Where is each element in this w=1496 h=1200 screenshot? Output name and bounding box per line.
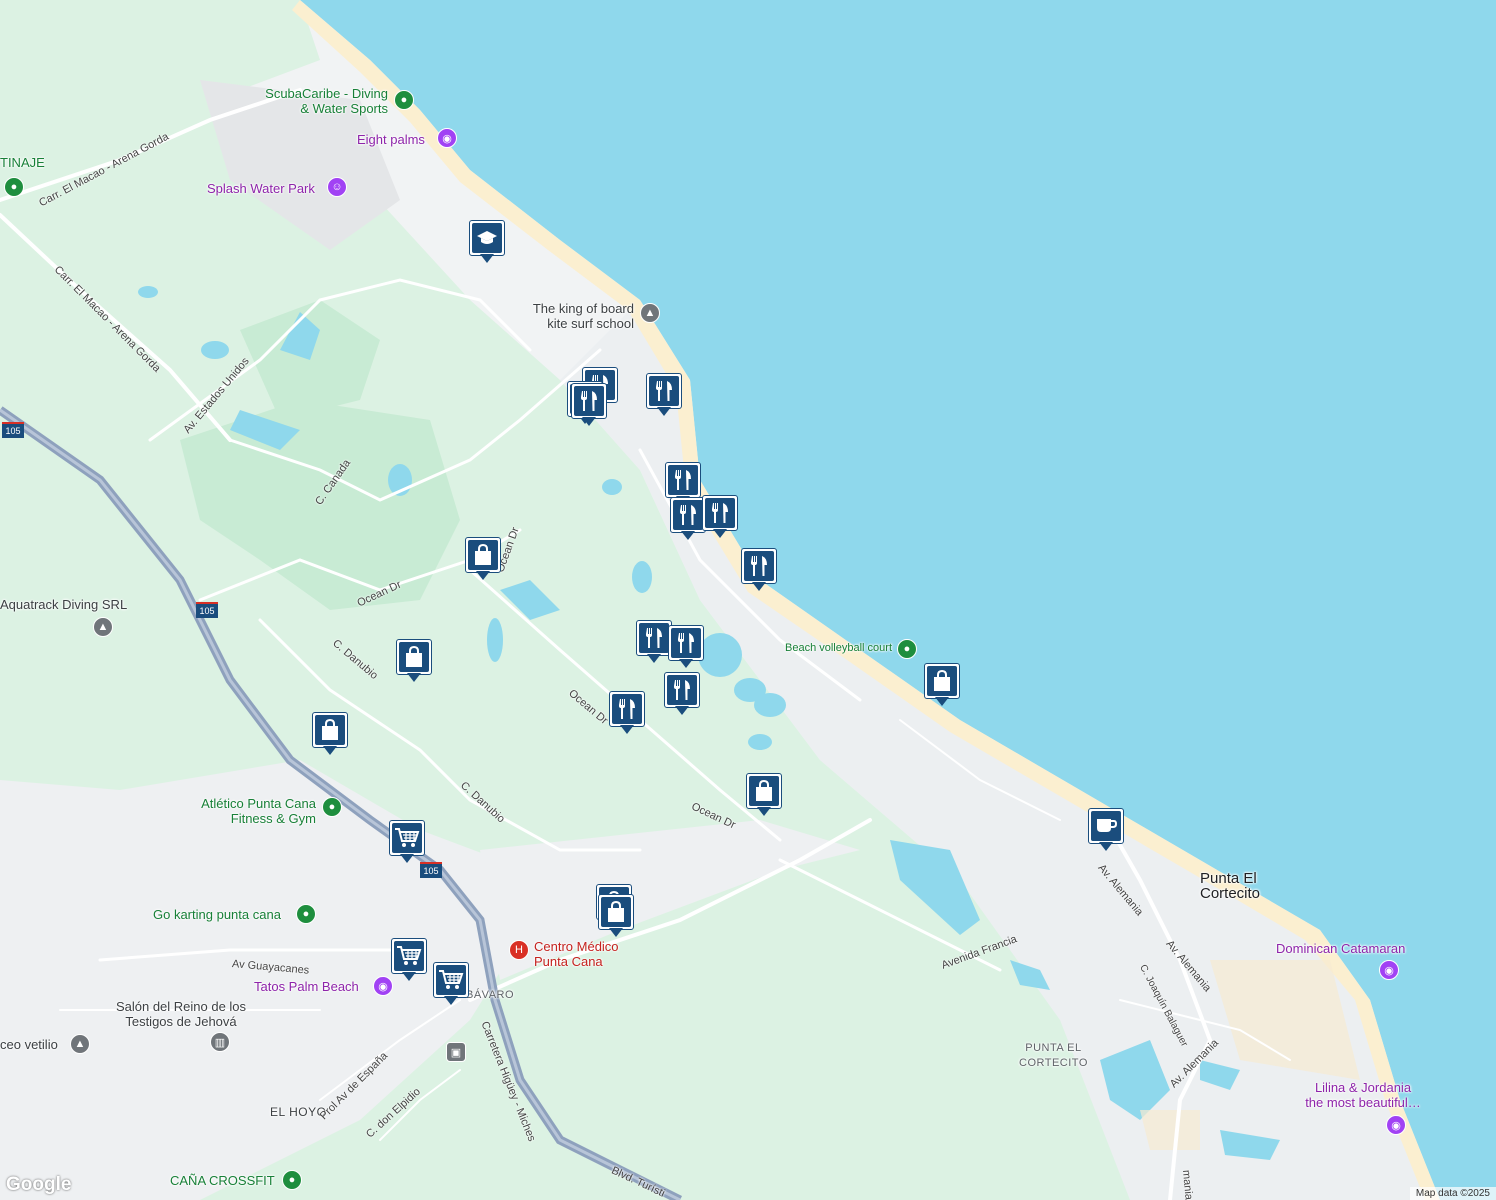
area-label-bavaro: BÁVARO <box>466 989 515 1001</box>
karting-icon[interactable]: ● <box>296 904 316 924</box>
restaurant-icon <box>673 500 703 530</box>
restaurant-icon <box>705 498 735 528</box>
restaurant-icon <box>671 628 701 658</box>
school-icon[interactable]: ▲ <box>70 1034 90 1054</box>
map-pin-shopping-bag[interactable] <box>396 639 432 683</box>
camera-icon[interactable]: ◉ <box>1386 1115 1406 1135</box>
area-label-punta-el-cortecito-small: PUNTA EL CORTECITO <box>1019 1042 1088 1069</box>
map-pin-restaurant[interactable] <box>664 672 700 716</box>
restaurant-icon <box>667 675 697 705</box>
map-pin-restaurant[interactable] <box>668 625 704 669</box>
map-pin-restaurant[interactable] <box>670 497 706 541</box>
school-icon <box>472 223 502 253</box>
poi-label-eight-palms[interactable]: Eight palms <box>357 132 425 147</box>
poi-marker-icon[interactable]: ● <box>4 177 24 197</box>
poi-label-atletico[interactable]: Atlético Punta Cana Fitness & Gym <box>180 796 316 826</box>
map-attribution[interactable]: Map data ©2025 <box>1409 1187 1496 1200</box>
coffee-icon <box>1091 811 1121 841</box>
restaurant-icon <box>649 376 679 406</box>
poi-marker-icon[interactable]: ● <box>897 639 917 659</box>
camera-icon[interactable]: ◉ <box>1379 960 1399 980</box>
map-pin-shopping-bag[interactable] <box>924 663 960 707</box>
school-icon[interactable]: ▲ <box>93 617 113 637</box>
shopping-bag-icon <box>399 642 429 672</box>
school-icon[interactable]: ▲ <box>640 303 660 323</box>
poi-label-scubacaribe[interactable]: ScubaCaribe - Diving & Water Sports <box>260 86 388 116</box>
highway-shield: 105 <box>420 862 442 878</box>
restaurant-icon <box>574 386 604 416</box>
hospital-icon[interactable]: H <box>509 940 529 960</box>
map-pin-restaurant[interactable] <box>636 620 672 664</box>
map-pin-school[interactable] <box>469 220 505 264</box>
poi-label-tinaje[interactable]: TINAJE <box>0 155 45 170</box>
poi-label-dominican-catamaran[interactable]: Dominican Catamaran <box>1276 941 1405 956</box>
map-pin-cart[interactable] <box>433 962 469 1006</box>
highway-shield: 105 <box>196 602 218 618</box>
water-park-icon[interactable]: ☺ <box>327 177 347 197</box>
map-pin-cart[interactable] <box>391 938 427 982</box>
map-pin-restaurant[interactable] <box>571 383 607 427</box>
poi-label-tatos[interactable]: Tatos Palm Beach <box>254 979 359 994</box>
map-pin-shopping-bag[interactable] <box>746 773 782 817</box>
restaurant-icon <box>744 551 774 581</box>
map-pin-shopping-bag[interactable] <box>598 894 634 938</box>
map-pin-restaurant[interactable] <box>646 373 682 417</box>
cart-icon <box>392 823 422 853</box>
shopping-bag-icon <box>749 776 779 806</box>
camera-icon[interactable]: ◉ <box>437 128 457 148</box>
restaurant-icon <box>668 465 698 495</box>
google-logo: Google <box>6 1174 72 1195</box>
poi-label-cana-crossfit[interactable]: CAÑA CROSSFIT <box>170 1173 275 1188</box>
map-pin-restaurant[interactable] <box>702 495 738 539</box>
area-label-punta-el-cortecito: Punta El Cortecito <box>1200 870 1261 902</box>
camera-icon[interactable]: ◉ <box>373 976 393 996</box>
poi-label-splash-water-park[interactable]: Splash Water Park <box>207 181 315 196</box>
shopping-bag-icon <box>601 897 631 927</box>
map-canvas[interactable]: 105 105 105 ● ScubaCaribe - Diving & Wat… <box>0 0 1496 1200</box>
gym-icon[interactable]: ● <box>322 797 342 817</box>
poi-label-aquatrack[interactable]: Aquatrack Diving SRL <box>0 597 127 612</box>
poi-label-centro-medico[interactable]: Centro Médico Punta Cana <box>534 939 619 969</box>
map-pin-restaurant[interactable] <box>741 548 777 592</box>
map-pin-coffee[interactable] <box>1088 808 1124 852</box>
restaurant-icon <box>639 623 669 653</box>
shopping-bag-icon <box>927 666 957 696</box>
shopping-bag-icon <box>315 715 345 745</box>
highway-shield: 105 <box>2 422 24 438</box>
map-pin-restaurant[interactable] <box>609 691 645 735</box>
gym-icon[interactable]: ● <box>282 1170 302 1190</box>
shopping-bag-icon <box>468 540 498 570</box>
worship-icon[interactable]: ▥ <box>210 1032 230 1052</box>
map-pin-cart[interactable] <box>389 820 425 864</box>
road-label: mania <box>1180 1169 1195 1200</box>
map-pin-shopping-bag[interactable] <box>312 712 348 756</box>
poi-label-lilina[interactable]: Lilina & Jordania the most beautiful… <box>1300 1080 1426 1110</box>
poi-label-king-of-board[interactable]: The king of board kite surf school <box>510 301 634 331</box>
poi-label-ceo-vetilio[interactable]: ceo vetilio <box>0 1037 58 1052</box>
map-pin-shopping-bag[interactable] <box>465 537 501 581</box>
poi-label-go-karting[interactable]: Go karting punta cana <box>153 907 281 922</box>
poi-label-beach-volleyball[interactable]: Beach volleyball court <box>785 641 892 656</box>
restaurant-icon <box>612 694 642 724</box>
poi-label-salon-reino[interactable]: Salón del Reino de los Testigos de Jehov… <box>114 999 248 1029</box>
poi-marker-icon[interactable]: ● <box>394 90 414 110</box>
cart-icon <box>436 965 466 995</box>
bus-stop-icon[interactable]: ▣ <box>446 1042 466 1062</box>
cart-icon <box>394 941 424 971</box>
